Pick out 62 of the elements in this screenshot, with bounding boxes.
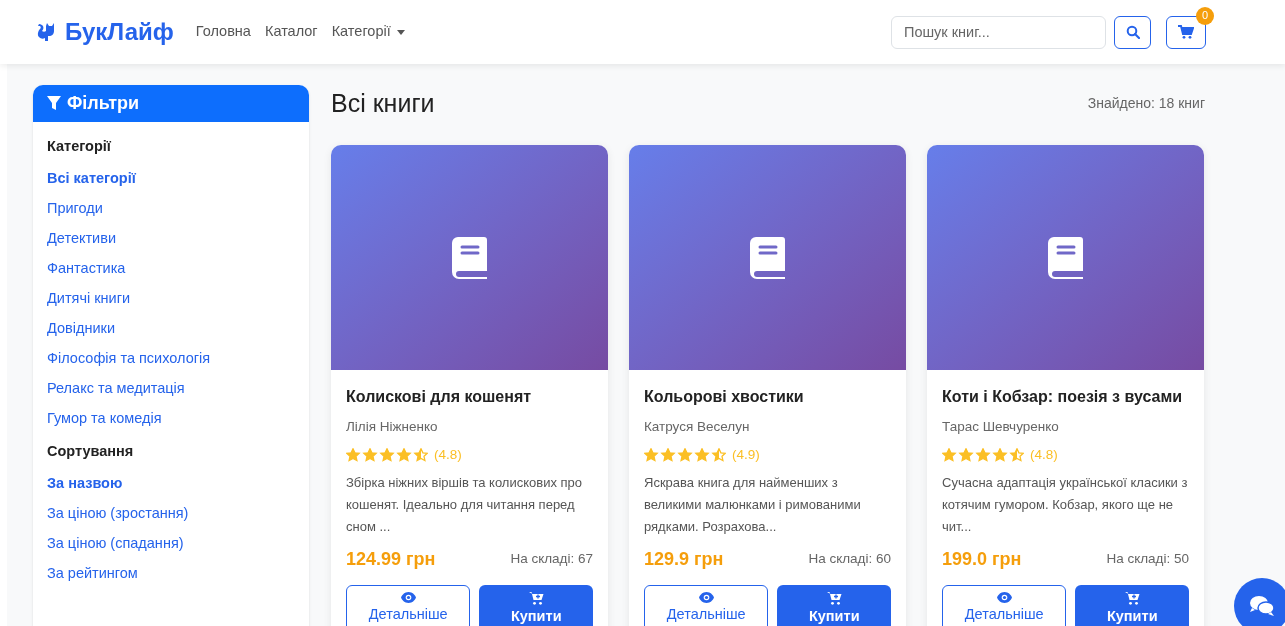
filter-link[interactable]: За назвою <box>47 473 295 493</box>
cart-icon <box>1178 25 1194 39</box>
book-author: Тарас Шевчуренко <box>942 418 1060 436</box>
filter-icon <box>47 96 61 111</box>
search-field[interactable]: Пошук книг... <box>891 15 1106 49</box>
section-heading: Сортування <box>47 442 135 461</box>
filter-link[interactable]: Всі категорії <box>47 168 295 188</box>
section-heading: Категорії <box>47 137 112 156</box>
rating-value: (4.8) <box>434 446 462 465</box>
brand-logo-text[interactable]: БукЛайф <box>65 14 174 50</box>
details-button[interactable]: Детальніше <box>942 584 1067 626</box>
book-author: Лілія Ніжненко <box>346 418 439 436</box>
buy-button[interactable]: Купити <box>479 584 593 626</box>
details-button[interactable]: Детальніше <box>346 584 471 626</box>
stock-count: На складі: 67 <box>510 549 593 568</box>
filter-link[interactable]: Дитячі книги <box>47 288 295 308</box>
book-price: 129.9 грн <box>644 547 724 571</box>
eye-icon <box>400 591 416 603</box>
filter-link[interactable]: Детективи <box>47 228 295 248</box>
filter-link[interactable]: Філософія та психологія <box>47 348 295 368</box>
filter-link[interactable]: Пригоди <box>47 198 295 218</box>
book-description: Збірка ніжних віршів та колискових про кошенят. Ідеально для читання перед сном ... <box>346 473 584 536</box>
nav-link[interactable]: Головна <box>195 21 251 43</box>
filter-link[interactable]: За ціною (зростання) <box>47 503 295 523</box>
results-count: Знайдено: 18 книг <box>1087 94 1205 113</box>
buy-button[interactable]: Купити <box>777 584 891 626</box>
filter-link[interactable]: За ціною (спадання) <box>47 533 295 553</box>
filter-link[interactable]: Фантастика <box>47 258 295 278</box>
book-price: 124.99 грн <box>346 547 436 571</box>
book-title: Колискові для кошенят <box>346 387 533 407</box>
eye-icon <box>996 591 1012 603</box>
buy-button[interactable]: Купити <box>1075 584 1189 626</box>
book-icon <box>451 236 488 279</box>
search-icon <box>1125 25 1140 39</box>
book-description: Сучасна адаптація української класики з котячим гумором. Кобзар, якого ще не чит... <box>942 473 1189 536</box>
filter-link[interactable]: За рейтингом <box>47 563 295 583</box>
cart-plus-icon <box>528 590 544 605</box>
cart-plus-icon <box>1124 590 1140 605</box>
cart-count-badge: 0 <box>1196 6 1214 25</box>
cart-plus-icon <box>826 590 842 605</box>
book-price: 199.0 грн <box>942 547 1022 571</box>
search-button[interactable] <box>1114 15 1151 49</box>
stock-count: На складі: 50 <box>1106 549 1189 568</box>
book-title: Кольорові хвостики <box>644 387 805 407</box>
filter-link[interactable]: Довідники <box>47 318 295 338</box>
filters-title: Фільтри <box>67 92 140 115</box>
book-description: Яскрава книга для найменших з великими малюнками і римованими рядками. Розрахова... <box>644 473 862 536</box>
rating-value: (4.9) <box>732 446 760 465</box>
filter-link[interactable]: Гумор та комедія <box>47 408 295 428</box>
eye-icon <box>698 591 714 603</box>
chat-bubbles-icon <box>1249 595 1275 617</box>
book-icon <box>1047 236 1084 279</box>
page-heading: Всі книги <box>331 87 435 119</box>
book-author: Катруся Веселун <box>644 418 751 436</box>
stock-count: На складі: 60 <box>808 549 891 568</box>
rating-value: (4.8) <box>1030 446 1058 465</box>
book-title: Коти і Кобзар: поезія з вусами <box>942 387 1184 407</box>
filter-link[interactable]: Релакс та медитація <box>47 378 295 398</box>
details-button[interactable]: Детальніше <box>644 584 769 626</box>
nav-link[interactable]: Категорії <box>331 21 405 43</box>
nav-link[interactable]: Каталог <box>264 21 318 43</box>
book-icon <box>749 236 786 279</box>
